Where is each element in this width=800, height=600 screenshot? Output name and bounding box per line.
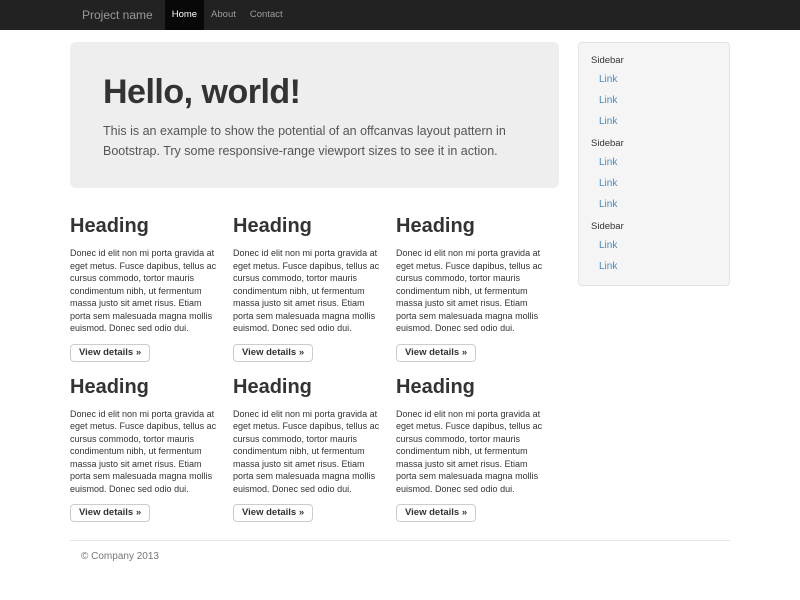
sidebar-link-2-2[interactable]: Link xyxy=(579,173,729,194)
cards-row-1: Heading Donec id elit non mi porta gravid… xyxy=(70,214,559,362)
navbar-container: Project name HomeAboutContact xyxy=(70,0,730,30)
card: Heading Donec id elit non mi porta gravid… xyxy=(396,375,548,523)
card: Heading Donec id elit non mi porta gravid… xyxy=(233,214,385,362)
sidebar-link-2-3[interactable]: Link xyxy=(579,194,729,215)
nav-item-home[interactable]: Home xyxy=(165,0,204,30)
view-details-button[interactable]: View details » xyxy=(233,504,313,522)
view-details-button[interactable]: View details » xyxy=(233,344,313,362)
card-body-text: Donec id elit non mi porta gravida at eg… xyxy=(233,247,385,335)
sidebar-group-heading: Sidebar xyxy=(591,220,717,233)
jumbotron-description: This is an example to show the potential… xyxy=(103,122,526,161)
sidebar-link-3-2[interactable]: Link xyxy=(579,256,729,277)
sidebar-column: SidebarLinkLinkLinkSidebarLinkLinkLinkSi… xyxy=(578,42,730,522)
card-body-text: Donec id elit non mi porta gravida at eg… xyxy=(233,408,385,496)
card-heading: Heading xyxy=(233,375,385,399)
navbar-menu: HomeAboutContact xyxy=(165,0,290,30)
sidebar-panel: SidebarLinkLinkLinkSidebarLinkLinkLinkSi… xyxy=(578,42,730,286)
sidebar-link-1-3[interactable]: Link xyxy=(579,111,729,132)
card-body-text: Donec id elit non mi porta gravida at eg… xyxy=(70,408,222,496)
card: Heading Donec id elit non mi porta gravid… xyxy=(396,214,548,362)
navbar-brand[interactable]: Project name xyxy=(70,0,165,30)
sidebar-group-heading: Sidebar xyxy=(591,137,717,150)
view-details-button[interactable]: View details » xyxy=(396,504,476,522)
footer: © Company 2013 xyxy=(70,540,730,562)
sidebar-group-heading: Sidebar xyxy=(591,54,717,67)
content-column: Hello, world! This is an example to show… xyxy=(70,42,559,522)
jumbotron: Hello, world! This is an example to show… xyxy=(70,42,559,188)
card-heading: Heading xyxy=(70,375,222,399)
card-heading: Heading xyxy=(70,214,222,238)
view-details-button[interactable]: View details » xyxy=(396,344,476,362)
navbar: Project name HomeAboutContact xyxy=(0,0,800,30)
card-heading: Heading xyxy=(396,375,548,399)
cards-grid: Heading Donec id elit non mi porta gravid… xyxy=(70,214,559,522)
view-details-button[interactable]: View details » xyxy=(70,504,150,522)
card-heading: Heading xyxy=(396,214,548,238)
sidebar-link-2-1[interactable]: Link xyxy=(579,152,729,173)
sidebar-link-3-1[interactable]: Link xyxy=(579,235,729,256)
page-container: Hello, world! This is an example to show… xyxy=(70,42,730,562)
view-details-button[interactable]: View details » xyxy=(70,344,150,362)
page-title: Hello, world! xyxy=(103,72,526,112)
card-body-text: Donec id elit non mi porta gravida at eg… xyxy=(70,247,222,335)
main-row: Hello, world! This is an example to show… xyxy=(70,42,730,522)
sidebar-link-1-1[interactable]: Link xyxy=(579,69,729,90)
card: Heading Donec id elit non mi porta gravid… xyxy=(70,375,222,523)
sidebar-link-1-2[interactable]: Link xyxy=(579,90,729,111)
card-heading: Heading xyxy=(233,214,385,238)
card-body-text: Donec id elit non mi porta gravida at eg… xyxy=(396,247,548,335)
card: Heading Donec id elit non mi porta gravid… xyxy=(70,214,222,362)
cards-row-2: Heading Donec id elit non mi porta gravid… xyxy=(70,375,559,523)
copyright-text: © Company 2013 xyxy=(81,551,730,562)
card-body-text: Donec id elit non mi porta gravida at eg… xyxy=(396,408,548,496)
nav-item-contact[interactable]: Contact xyxy=(243,0,290,30)
nav-item-about[interactable]: About xyxy=(204,0,243,30)
card: Heading Donec id elit non mi porta gravid… xyxy=(233,375,385,523)
